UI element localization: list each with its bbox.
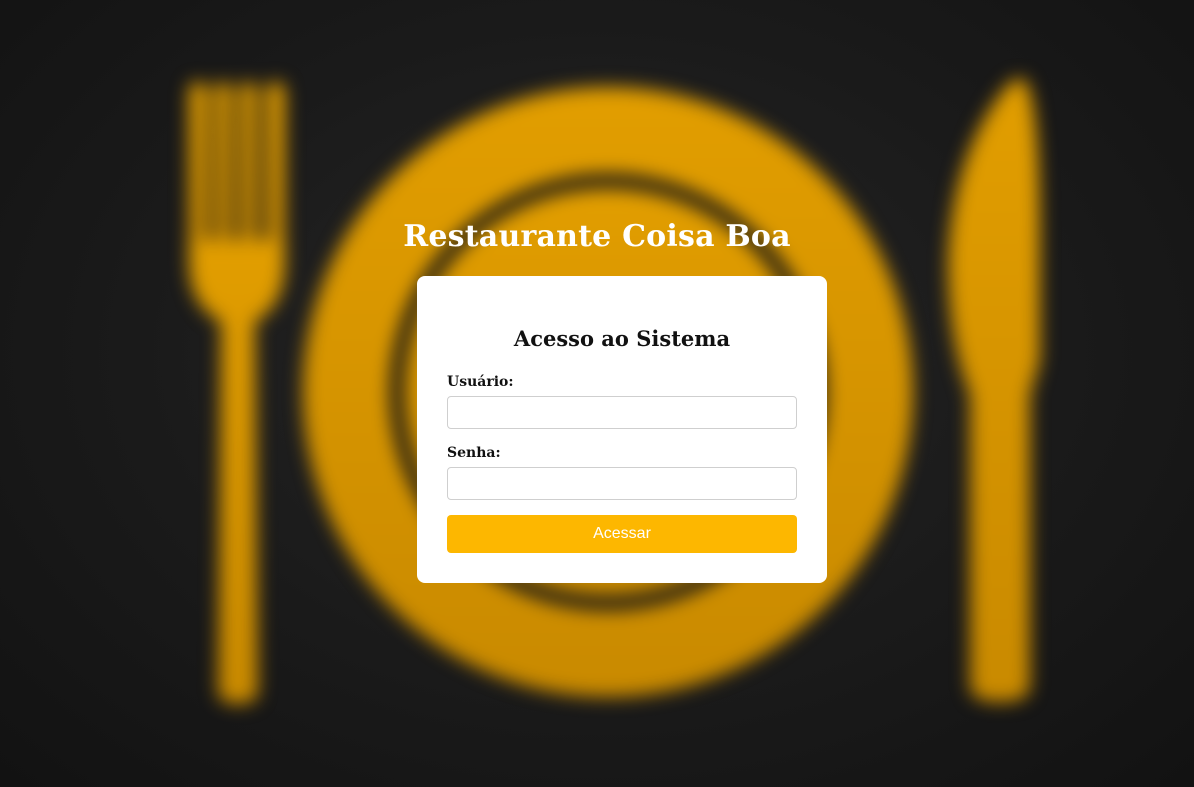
login-heading: Acesso ao Sistema [513,326,731,351]
knife-icon [948,78,1040,702]
password-label: Senha: [447,445,501,461]
login-page: Restaurante Coisa Boa Acesso ao Sistema … [0,0,1194,787]
fork-icon [189,82,285,704]
submit-button[interactable]: Acessar [447,515,797,553]
password-input[interactable] [447,467,797,500]
username-label: Usuário: [447,374,514,390]
username-input[interactable] [447,396,797,429]
site-title: Restaurante Coisa Boa [403,219,791,254]
login-card: Acesso ao Sistema Usuário: Senha: Acessa… [417,276,827,583]
